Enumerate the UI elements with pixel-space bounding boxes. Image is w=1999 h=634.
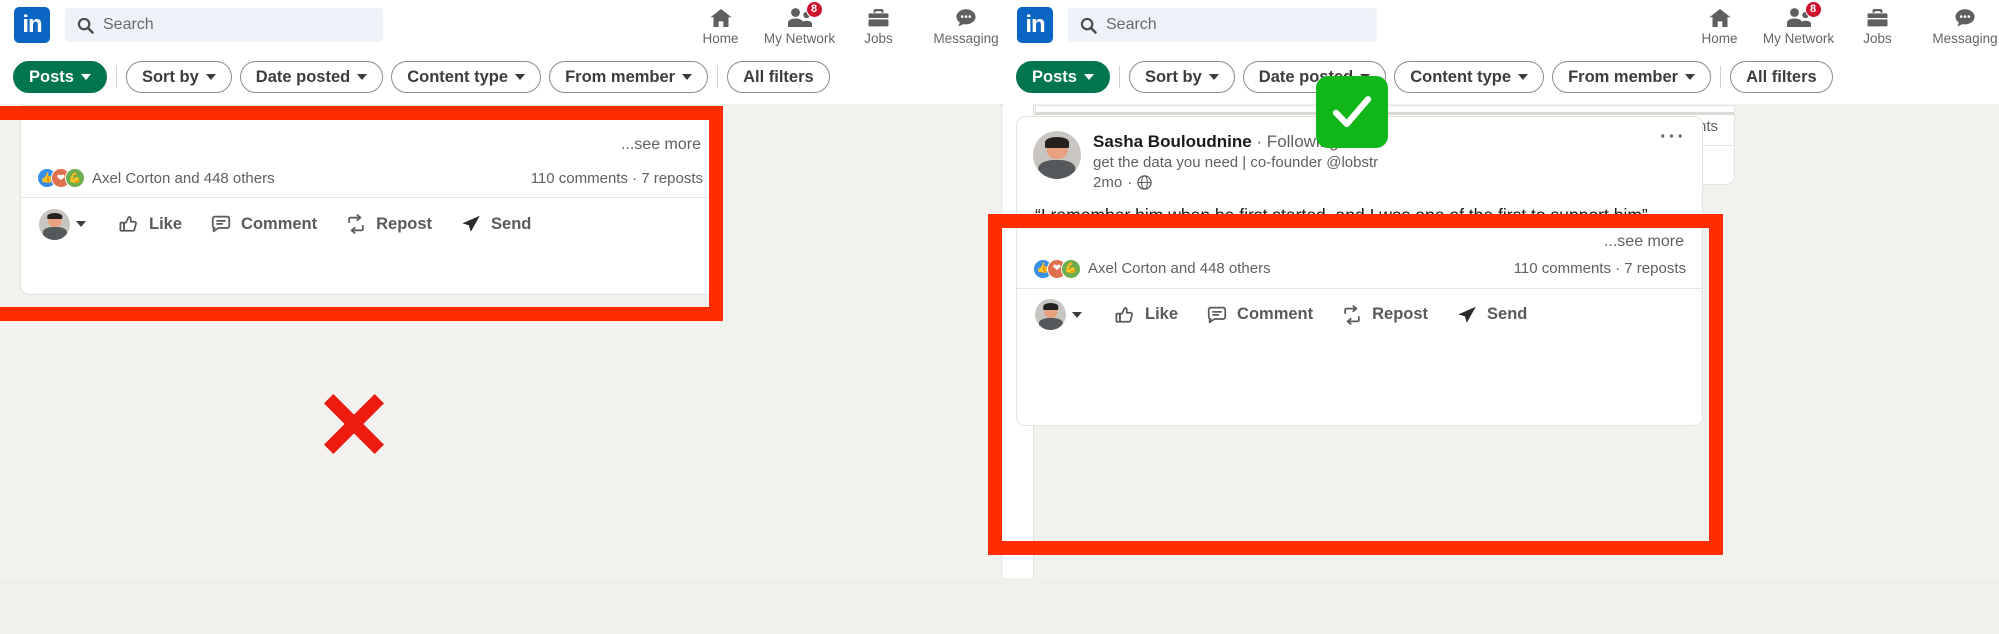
search-icon [77,17,94,34]
filter-chip-from-member[interactable]: From member [1552,61,1712,93]
nav-label: Home [1701,30,1738,46]
globe-icon [1137,175,1152,190]
annotation-cross-mark [316,386,392,462]
filter-divider [717,66,719,88]
chevron-down-icon [1685,74,1696,80]
nav-item-jobs[interactable]: Jobs [1838,5,1917,46]
filter-divider [115,66,117,88]
cross-icon [323,393,385,455]
post-timestamp-row: 2mo · [1093,174,1378,191]
filter-chip-label: From member [565,67,676,86]
linkedin-logo-icon[interactable]: in [1017,7,1053,43]
filter-chip-label: Sort by [141,67,199,86]
search-input[interactable]: Search [1068,8,1377,42]
check-icon [1332,96,1372,128]
filter-chip-label: All filters [1746,67,1817,86]
chevron-down-icon [80,74,91,80]
my-network-badge: 8 [1804,0,1822,18]
left-filter-bar: Posts Sort by Date posted Content type F… [0,50,1026,105]
filter-divider [1720,66,1722,88]
filter-chip-label: Posts [29,67,74,86]
screenshot-root: in Search Home 8 My Network Jobs Messagi… [0,0,1999,634]
nav-label: Messaging [1932,30,1998,46]
filter-chip-all-filters[interactable]: All filters [727,61,830,93]
jobs-icon [1865,5,1890,30]
my-network-icon: 8 [1785,0,1822,30]
search-icon [1080,17,1097,34]
left-nav-items: Home 8 My Network Jobs Messaging [681,0,1014,46]
search-placeholder: Search [103,16,154,33]
nav-item-messaging[interactable]: Messaging [1917,5,1999,46]
search-input[interactable]: Search [65,8,383,42]
nav-item-my-network[interactable]: 8 My Network [1759,0,1838,46]
avatar[interactable] [1033,131,1081,179]
home-icon [708,5,734,30]
right-filter-bar: Posts Sort by Date posted Content type F… [1003,50,1999,105]
filter-chip-date-posted[interactable]: Date posted [239,61,384,93]
nav-item-my-network[interactable]: 8 My Network [760,0,839,46]
filter-chip-label: Content type [407,67,509,86]
chevron-down-icon [1083,74,1094,80]
filter-chip-content-type[interactable]: Content type [1394,61,1545,93]
nav-item-home[interactable]: Home [681,5,760,46]
filter-divider [1118,66,1120,88]
nav-label: Home [702,30,739,46]
nav-label: Jobs [864,30,893,46]
filter-chip-all-filters[interactable]: All filters [1730,61,1833,93]
filter-chip-sort-by[interactable]: Sort by [1128,61,1235,93]
messaging-icon [953,5,979,30]
more-options-icon[interactable]: ⋯ [1659,122,1687,148]
nav-label: My Network [1762,30,1835,46]
nav-item-messaging[interactable]: Messaging [918,5,1014,46]
messaging-icon [1952,5,1978,30]
filter-chip-sort-by[interactable]: Sort by [125,61,232,93]
chevron-down-icon [1518,74,1529,80]
chevron-down-icon [357,74,368,80]
meta-dot: · [1127,174,1133,191]
chevron-down-icon [205,74,216,80]
annotation-check-mark [1316,76,1388,148]
home-icon [1707,5,1733,30]
filter-chip-posts[interactable]: Posts [13,61,107,93]
nav-label: My Network [763,30,836,46]
chevron-down-icon [1208,74,1219,80]
filter-chip-label: Date posted [255,67,351,86]
left-top-navigation-bar: in Search Home 8 My Network Jobs Messagi… [0,0,1028,51]
author-name-text: Sasha Bouloudnine [1093,132,1252,151]
filter-chip-label: Content type [1410,67,1512,86]
filter-chip-from-member[interactable]: From member [549,61,709,93]
post-timestamp: 2mo [1093,174,1123,191]
annotation-red-box-left [0,106,723,321]
my-network-icon: 8 [786,0,823,30]
chevron-down-icon [682,74,693,80]
filter-chip-label: All filters [743,67,814,86]
jobs-icon [866,5,891,30]
nav-item-jobs[interactable]: Jobs [839,5,918,46]
nav-label: Messaging [933,30,999,46]
filter-chip-label: Posts [1032,67,1077,86]
filter-chip-content-type[interactable]: Content type [391,61,542,93]
post-author-headline: get the data you need | co-founder @lobs… [1093,154,1379,172]
nav-label: Jobs [1863,30,1892,46]
filter-chip-label: Sort by [1144,67,1202,86]
filter-chip-posts[interactable]: Posts [1016,61,1110,93]
annotation-red-box-right [988,214,1723,555]
right-top-navigation-bar: in Search Home 8 My Network Jobs Messagi… [1003,0,1999,51]
chevron-down-icon [515,74,526,80]
filter-chip-label: From member [1568,67,1679,86]
right-nav-items: Home 8 My Network Jobs Messaging [1680,0,1999,46]
linkedin-logo-icon[interactable]: in [14,7,50,43]
my-network-badge: 8 [805,0,823,18]
nav-item-home[interactable]: Home [1680,5,1759,46]
search-placeholder: Search [1106,16,1157,33]
